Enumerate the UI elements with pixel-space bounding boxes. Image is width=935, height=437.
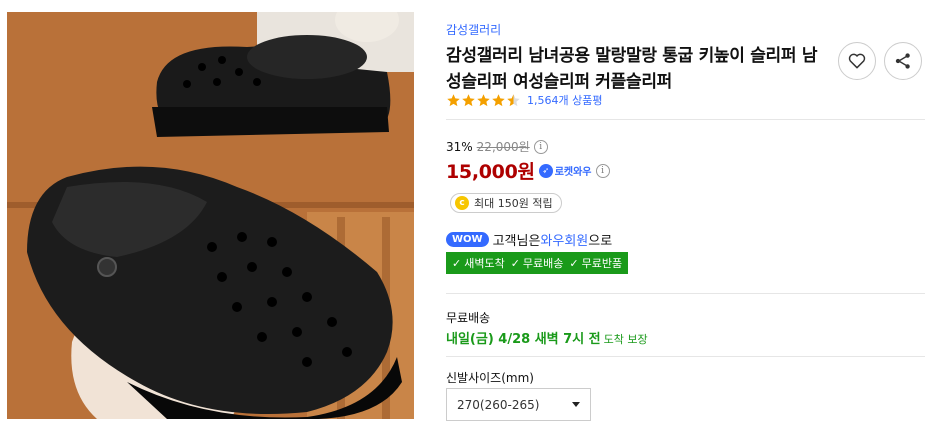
original-price: 22,000원 bbox=[476, 140, 530, 154]
info-icon[interactable]: i bbox=[533, 139, 548, 154]
share-icon bbox=[895, 53, 910, 69]
action-buttons bbox=[838, 42, 922, 80]
benefit-label: 무료배송 bbox=[522, 257, 564, 270]
sale-price: 15,000원 bbox=[446, 161, 535, 183]
caret-down-icon bbox=[572, 402, 580, 407]
brand-link[interactable]: 감성갤러리 bbox=[446, 21, 501, 38]
discount-rate: 31% bbox=[446, 139, 473, 154]
divider bbox=[446, 119, 925, 120]
wishlist-button[interactable] bbox=[838, 42, 876, 80]
divider bbox=[446, 356, 925, 357]
shipping-label: 무료배송 bbox=[446, 311, 491, 325]
rocket-wow-badge: ➶ 로켓와우 bbox=[538, 163, 592, 178]
size-select[interactable]: 270(260-265) bbox=[446, 388, 591, 421]
star-icon bbox=[492, 93, 505, 106]
review-count-link[interactable]: 1,564개 상품평 bbox=[527, 92, 602, 108]
discount-row: 31% 22,000원 i bbox=[446, 138, 548, 155]
star-icon bbox=[447, 93, 460, 106]
wow-prefix: 고객님은 bbox=[492, 234, 541, 249]
check-icon: ✓ bbox=[452, 256, 462, 270]
product-image[interactable] bbox=[7, 12, 414, 419]
benefit-label: 새벽도착 bbox=[464, 257, 505, 270]
heart-icon bbox=[848, 53, 866, 69]
rocket-icon: ➶ bbox=[538, 163, 553, 178]
star-icon bbox=[507, 93, 520, 106]
share-button[interactable] bbox=[884, 42, 922, 80]
sale-price-row: 15,000원 ➶ 로켓와우 i bbox=[446, 157, 610, 184]
delivery-date: 내일(금) 4/28 새벽 7시 전 도착 보장 bbox=[446, 328, 648, 347]
benefit-item: ✓ 무료반품 bbox=[569, 255, 622, 271]
star-rating bbox=[446, 93, 521, 108]
benefit-item: ✓ 무료배송 bbox=[511, 255, 564, 271]
delivery-date-text: 내일(금) 4/28 새벽 7시 전 bbox=[446, 332, 601, 347]
star-icon bbox=[462, 93, 475, 106]
info-icon[interactable]: i bbox=[595, 163, 610, 178]
star-icon bbox=[477, 93, 490, 106]
wow-suffix: 으로 bbox=[588, 234, 613, 249]
divider bbox=[446, 293, 925, 294]
benefit-item: ✓ 새벽도착 bbox=[452, 255, 505, 271]
rating-row[interactable]: 1,564개 상품평 bbox=[446, 92, 602, 108]
size-selected-value: 270(260-265) bbox=[457, 397, 540, 412]
benefit-label: 무료반품 bbox=[581, 257, 623, 270]
wow-member-row: WOW 고객님은 와우회원 으로 bbox=[446, 230, 612, 249]
cash-reward-text: 최대 150원 적립 bbox=[474, 197, 553, 210]
coin-icon: c bbox=[455, 196, 469, 210]
wow-member-link[interactable]: 와우회원 bbox=[540, 230, 588, 249]
check-icon: ✓ bbox=[569, 256, 579, 270]
rocket-label: 로켓와우 bbox=[554, 167, 592, 178]
wow-badge: WOW bbox=[446, 232, 489, 247]
product-info: 감성갤러리 감성갤러리 남녀공용 말랑말랑 통굽 키높이 슬리퍼 남성슬리퍼 여… bbox=[446, 0, 926, 437]
product-title: 감성갤러리 남녀공용 말랑말랑 통굽 키높이 슬리퍼 남성슬리퍼 여성슬리퍼 커… bbox=[446, 46, 818, 92]
size-option-label: 신발사이즈(mm) bbox=[446, 371, 534, 385]
check-icon: ✓ bbox=[510, 256, 520, 270]
delivery-guarantee: 도착 보장 bbox=[603, 333, 648, 346]
wow-benefits-bar: ✓ 새벽도착 ✓ 무료배송 ✓ 무료반품 bbox=[446, 252, 629, 274]
cash-reward-badge: c 최대 150원 적립 bbox=[450, 193, 562, 213]
